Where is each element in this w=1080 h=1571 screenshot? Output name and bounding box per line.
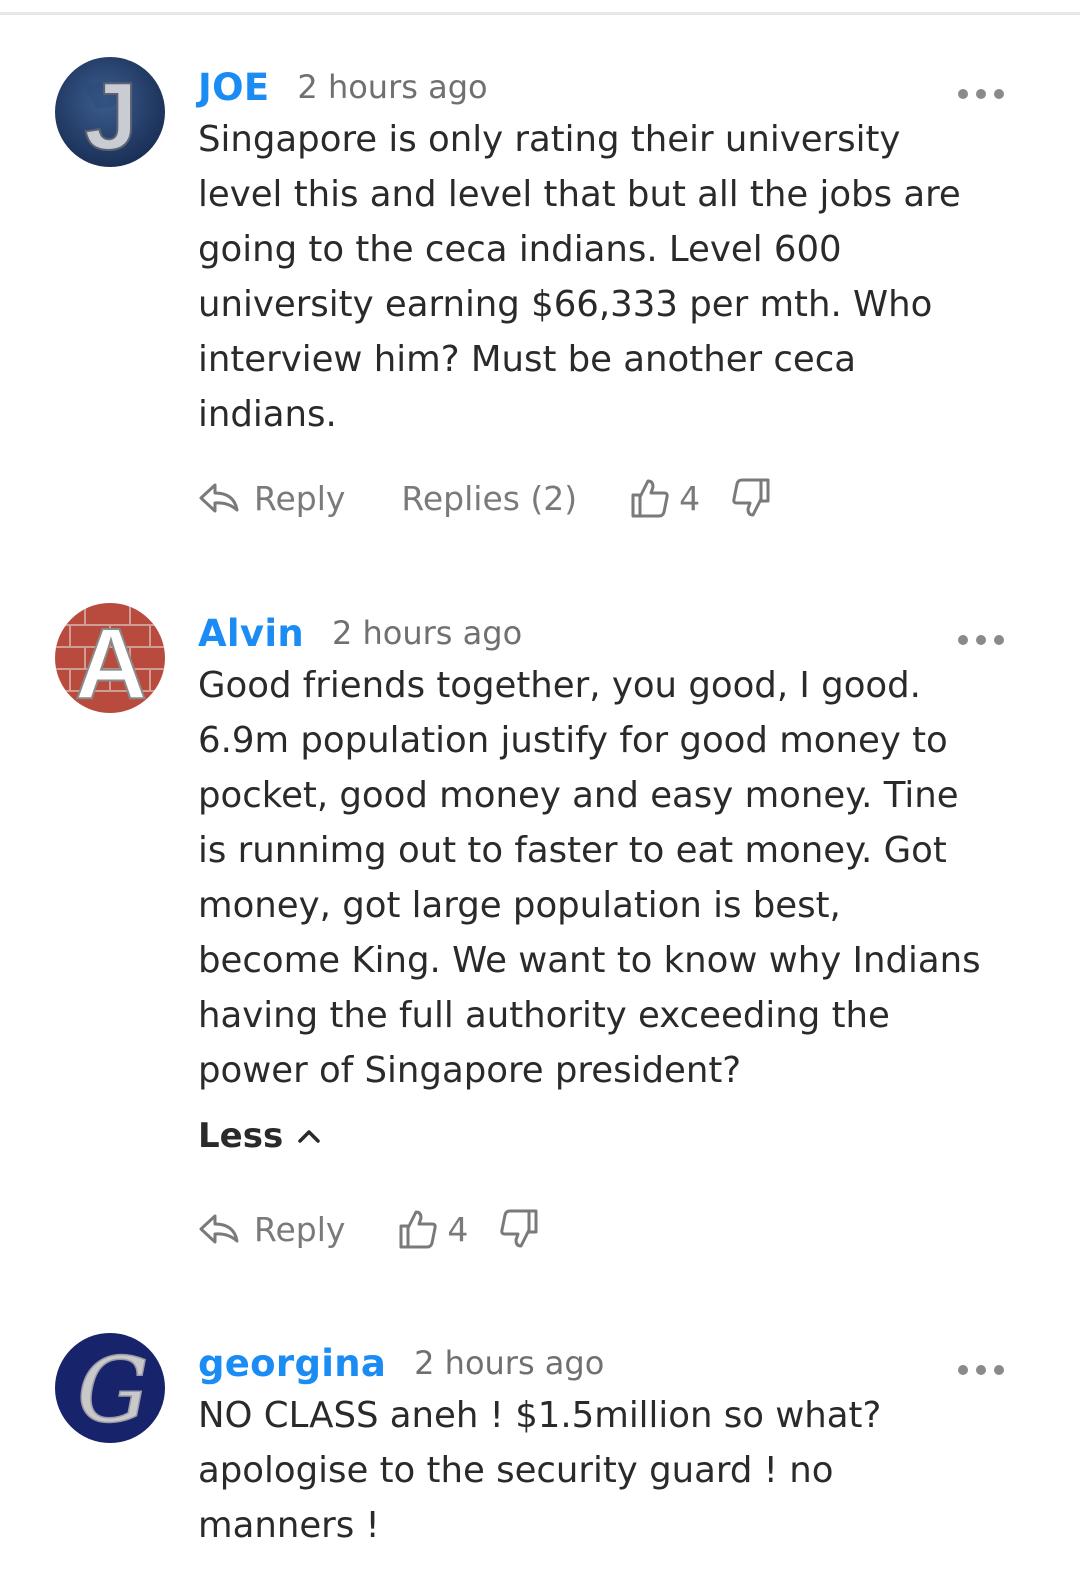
thumbs-down-icon: [732, 478, 770, 517]
author-name[interactable]: JOE: [198, 66, 269, 109]
thumbs-up-icon: [399, 1210, 438, 1249]
like-button[interactable]: 4: [397, 1208, 468, 1250]
comment-header: JOE 2 hours ago: [198, 57, 488, 117]
timestamp: 2 hours ago: [331, 614, 523, 652]
timestamp: 2 hours ago: [414, 1344, 605, 1382]
reply-icon: [199, 483, 239, 513]
svg-text:A: A: [75, 608, 147, 713]
comment-text: Good friends together, you good, I good.…: [198, 665, 981, 1091]
replies-label: Replies (2): [401, 478, 578, 518]
replies-link[interactable]: Replies (2): [401, 479, 577, 518]
more-icon: [958, 1365, 968, 1375]
less-toggle[interactable]: Less: [198, 1116, 321, 1156]
reply-icon: [199, 1214, 239, 1244]
less-label: Less: [198, 1116, 284, 1156]
avatar[interactable]: J: [55, 57, 165, 167]
more-options-button[interactable]: [958, 84, 1004, 104]
svg-text:G: G: [77, 1338, 149, 1443]
timestamp: 2 hours ago: [297, 68, 488, 106]
like-button[interactable]: 4: [629, 477, 700, 519]
avatar-image-j: J: [55, 57, 165, 167]
chevron-up-icon: [298, 1130, 320, 1143]
more-options-button[interactable]: [958, 1360, 1004, 1380]
more-options-button[interactable]: [958, 630, 1004, 650]
more-icon: [958, 89, 968, 99]
author-name[interactable]: Alvin: [198, 612, 304, 655]
like-count: 4: [447, 1209, 469, 1249]
comment-header: Alvin 2 hours ago: [198, 603, 522, 663]
avatar-image-a: A: [55, 603, 165, 713]
comment-actions: Reply 4: [198, 1204, 540, 1254]
more-icon: [958, 635, 968, 645]
svg-text:J: J: [84, 63, 137, 167]
like-count: 4: [679, 478, 701, 518]
avatar[interactable]: G: [55, 1333, 165, 1443]
dislike-button[interactable]: [730, 477, 772, 519]
reply-button[interactable]: Reply: [198, 479, 345, 518]
reply-label: Reply: [254, 1209, 346, 1249]
reply-button[interactable]: Reply: [198, 1210, 345, 1249]
comment-text: NO CLASS aneh ! $1.5million so what? apo…: [198, 1395, 882, 1546]
thumbs-up-icon: [631, 479, 669, 518]
avatar-image-g: G: [55, 1333, 165, 1443]
dislike-button[interactable]: [498, 1208, 540, 1250]
reply-label: Reply: [254, 478, 346, 518]
comment-actions: Reply Replies (2) 4: [198, 473, 772, 523]
comment-header: georgina 2 hours ago: [198, 1333, 604, 1393]
comment-text: Singapore is only rating their universit…: [198, 119, 961, 435]
author-name[interactable]: georgina: [198, 1342, 386, 1385]
thumbs-down-icon: [500, 1209, 538, 1248]
avatar[interactable]: A: [55, 603, 165, 713]
top-divider: [0, 12, 1080, 15]
